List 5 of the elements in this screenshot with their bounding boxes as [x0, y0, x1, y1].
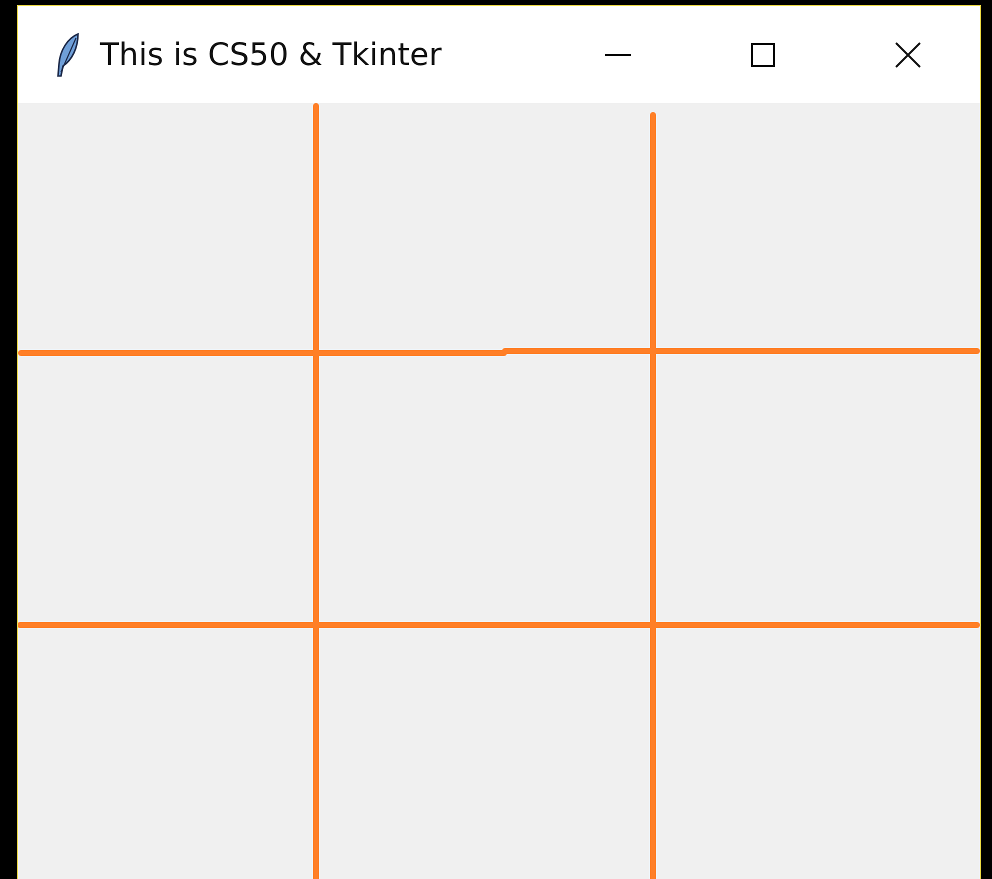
window-title: This is CS50 & Tkinter [100, 36, 442, 72]
close-icon [894, 42, 920, 68]
maximize-icon [750, 42, 774, 66]
minimize-icon [604, 54, 630, 56]
feather-icon [54, 32, 82, 78]
